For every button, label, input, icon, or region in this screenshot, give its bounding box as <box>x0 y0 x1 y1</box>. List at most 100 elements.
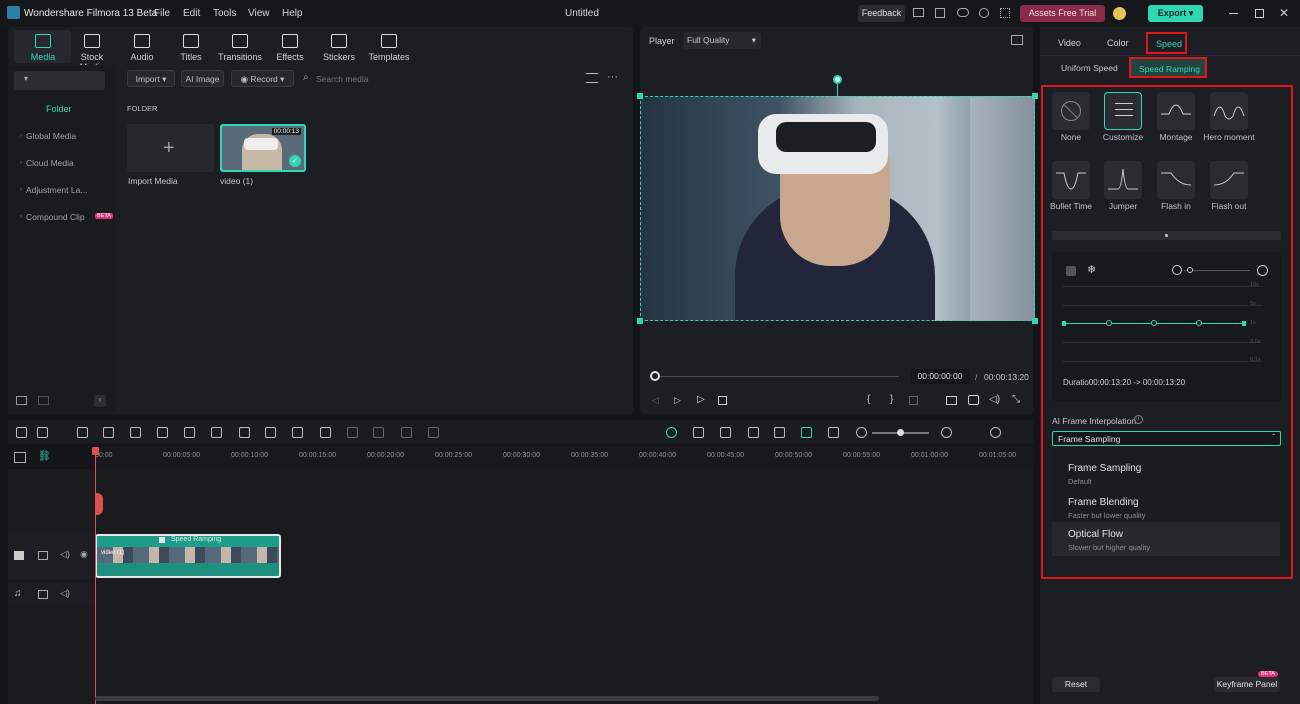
speed-point[interactable] <box>1151 320 1157 326</box>
snap-icon[interactable] <box>693 427 704 438</box>
playhead-marker[interactable] <box>92 447 99 455</box>
preset-hero-moment[interactable] <box>1210 92 1248 130</box>
freeze-frame-icon[interactable]: ❄ <box>1087 263 1096 276</box>
sidebar-item-cloud-media[interactable]: Cloud Media <box>26 158 74 168</box>
support-icon[interactable] <box>979 8 989 18</box>
selection-frame[interactable] <box>640 96 1035 321</box>
keyframe-checkbox[interactable] <box>1066 266 1076 276</box>
speed-point[interactable] <box>1196 320 1202 326</box>
option-frame-blending[interactable]: Frame Blending Faster but lower quality <box>1052 492 1280 526</box>
timeline-clip[interactable]: Speed Ramping video (1) <box>95 534 281 578</box>
playhead-handle[interactable] <box>95 493 103 515</box>
preset-montage[interactable] <box>1157 92 1195 130</box>
rotate-handle-knob[interactable] <box>833 75 842 84</box>
keyframe-panel-button[interactable]: Keyframe Panel <box>1214 677 1280 692</box>
folder-label[interactable]: Folder <box>46 104 72 114</box>
record-dropdown[interactable]: ◉ Record ▾ <box>231 70 294 87</box>
export-button[interactable]: Export ▾ <box>1148 5 1203 22</box>
cut-icon[interactable] <box>157 427 168 438</box>
select-icon[interactable] <box>37 427 48 438</box>
collapse-sidebar-icon[interactable]: ‹ <box>94 395 106 407</box>
save-icon[interactable] <box>935 8 945 18</box>
tool-titles[interactable]: Titles <box>169 34 213 62</box>
prev-frame-icon[interactable]: ◁ <box>652 395 659 406</box>
stabilize-icon[interactable] <box>347 427 358 438</box>
close-icon[interactable]: ✕ <box>1279 6 1289 20</box>
folder-icon[interactable] <box>38 396 49 405</box>
search-input[interactable] <box>316 71 566 86</box>
current-timecode[interactable]: 00:00:00:00 <box>910 369 970 384</box>
camera-icon[interactable] <box>968 395 979 405</box>
eye-icon[interactable]: ◉ <box>80 549 88 560</box>
mask-icon[interactable] <box>292 427 303 438</box>
preset-jumper[interactable] <box>1104 161 1142 199</box>
zoom-in-icon[interactable] <box>1257 265 1268 276</box>
tab-speed[interactable]: Speed <box>1146 32 1187 54</box>
zoom-slider-knob[interactable] <box>1187 267 1193 273</box>
assets-free-trial-button[interactable]: Assets Free Trial <box>1020 5 1105 22</box>
presets-scroll[interactable] <box>1052 231 1281 240</box>
mark-in-icon[interactable]: { <box>867 394 870 405</box>
sidebar-item-adjustment-layer[interactable]: Adjustment La... <box>26 185 87 195</box>
voiceover-icon[interactable] <box>774 427 785 438</box>
sidebar-collapse-button[interactable]: ▾ <box>14 71 105 90</box>
color-icon[interactable] <box>265 427 276 438</box>
tab-color[interactable]: Color <box>1107 38 1129 48</box>
resize-handle[interactable] <box>1032 318 1038 324</box>
ai-cut-icon[interactable] <box>801 427 812 438</box>
interpolation-dropdown[interactable]: Frame Sampling ˆ <box>1052 431 1281 446</box>
zoom-out-icon[interactable] <box>856 427 867 438</box>
filter-icon[interactable] <box>586 73 598 83</box>
maximize-icon[interactable] <box>1255 9 1264 18</box>
zoom-knob[interactable] <box>897 429 904 436</box>
subtitle-icon[interactable] <box>828 427 839 438</box>
lock-icon[interactable] <box>38 551 48 560</box>
display-icon[interactable] <box>946 396 957 405</box>
playback-track[interactable] <box>655 376 899 377</box>
import-media-tile[interactable]: + <box>127 124 214 172</box>
volume-icon[interactable]: ◁) <box>989 394 1000 405</box>
delete-icon[interactable] <box>130 427 141 438</box>
info-icon[interactable]: i <box>1134 415 1143 424</box>
menu-help[interactable]: Help <box>282 8 303 19</box>
new-folder-icon[interactable] <box>16 396 27 405</box>
grid-icon[interactable] <box>16 427 27 438</box>
more-options-icon[interactable]: ··· <box>607 71 618 83</box>
play-icon[interactable]: ▷ <box>697 394 705 405</box>
tool-transitions[interactable]: Transitions <box>218 34 262 62</box>
cloud-icon[interactable] <box>957 8 969 17</box>
mute-icon[interactable]: ◁) <box>60 549 70 560</box>
import-dropdown[interactable]: Import ▾ <box>127 70 175 87</box>
mute-icon[interactable]: ◁) <box>60 588 70 599</box>
avatar[interactable] <box>1113 7 1126 20</box>
tool-media[interactable]: Media <box>21 34 65 62</box>
crop-icon[interactable] <box>184 427 195 438</box>
zoom-out-icon[interactable] <box>1172 265 1182 275</box>
option-optical-flow[interactable]: Optical Flow Slower but higher quality <box>1052 522 1280 556</box>
insert-icon[interactable] <box>909 396 918 405</box>
speed-ramping-tab[interactable]: Speed Ramping <box>1129 57 1207 78</box>
text-icon[interactable] <box>211 427 222 438</box>
track-list-icon[interactable] <box>990 427 1001 438</box>
zoom-slider[interactable] <box>1184 270 1250 271</box>
lock-icon[interactable] <box>38 590 48 599</box>
tool-audio[interactable]: Audio <box>120 34 164 62</box>
ai-image-button[interactable]: AI Image <box>181 70 224 87</box>
speed-icon[interactable] <box>239 427 250 438</box>
add-track-icon[interactable] <box>14 452 26 463</box>
speed-point[interactable] <box>1062 321 1066 326</box>
resize-handle[interactable] <box>637 93 643 99</box>
menu-tools[interactable]: Tools <box>213 8 236 19</box>
sidebar-item-compound-clip[interactable]: Compound Clip <box>26 212 85 222</box>
uniform-speed-tab[interactable]: Uniform Speed <box>1061 63 1118 73</box>
layout-icon[interactable] <box>913 8 924 17</box>
preset-flash-out[interactable] <box>1210 161 1248 199</box>
playhead-line[interactable] <box>95 447 96 704</box>
stop-icon[interactable] <box>718 396 727 405</box>
render-icon[interactable] <box>666 427 677 438</box>
marker-icon[interactable] <box>720 427 731 438</box>
resize-handle[interactable] <box>637 318 643 324</box>
link-icon[interactable]: ⛓ <box>38 451 51 462</box>
video-thumbnail[interactable]: 00:00:13 ✓ <box>220 124 306 172</box>
resize-handle[interactable] <box>1032 93 1038 99</box>
